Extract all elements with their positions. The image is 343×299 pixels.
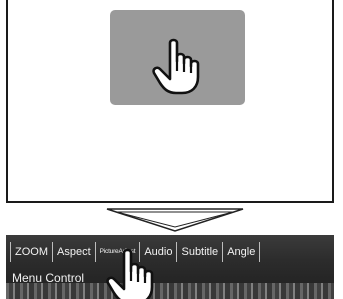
pointing-hand-icon: [104, 247, 156, 299]
video-screen[interactable]: [6, 0, 334, 203]
down-arrow-icon: [105, 207, 245, 238]
tab-aspect[interactable]: Aspect: [52, 242, 95, 262]
tab-subtitle[interactable]: Subtitle: [176, 242, 222, 262]
background-texture: [6, 283, 334, 299]
pointing-hand-icon: [150, 37, 202, 95]
on-screen-menu-bar: ZOOM Aspect PictureAdjust Audio Subtitle…: [6, 235, 334, 299]
tab-angle[interactable]: Angle: [222, 242, 261, 262]
menu-control-label[interactable]: Menu Control: [12, 271, 84, 285]
touch-area[interactable]: [110, 10, 245, 105]
tab-zoom[interactable]: ZOOM: [10, 242, 52, 262]
